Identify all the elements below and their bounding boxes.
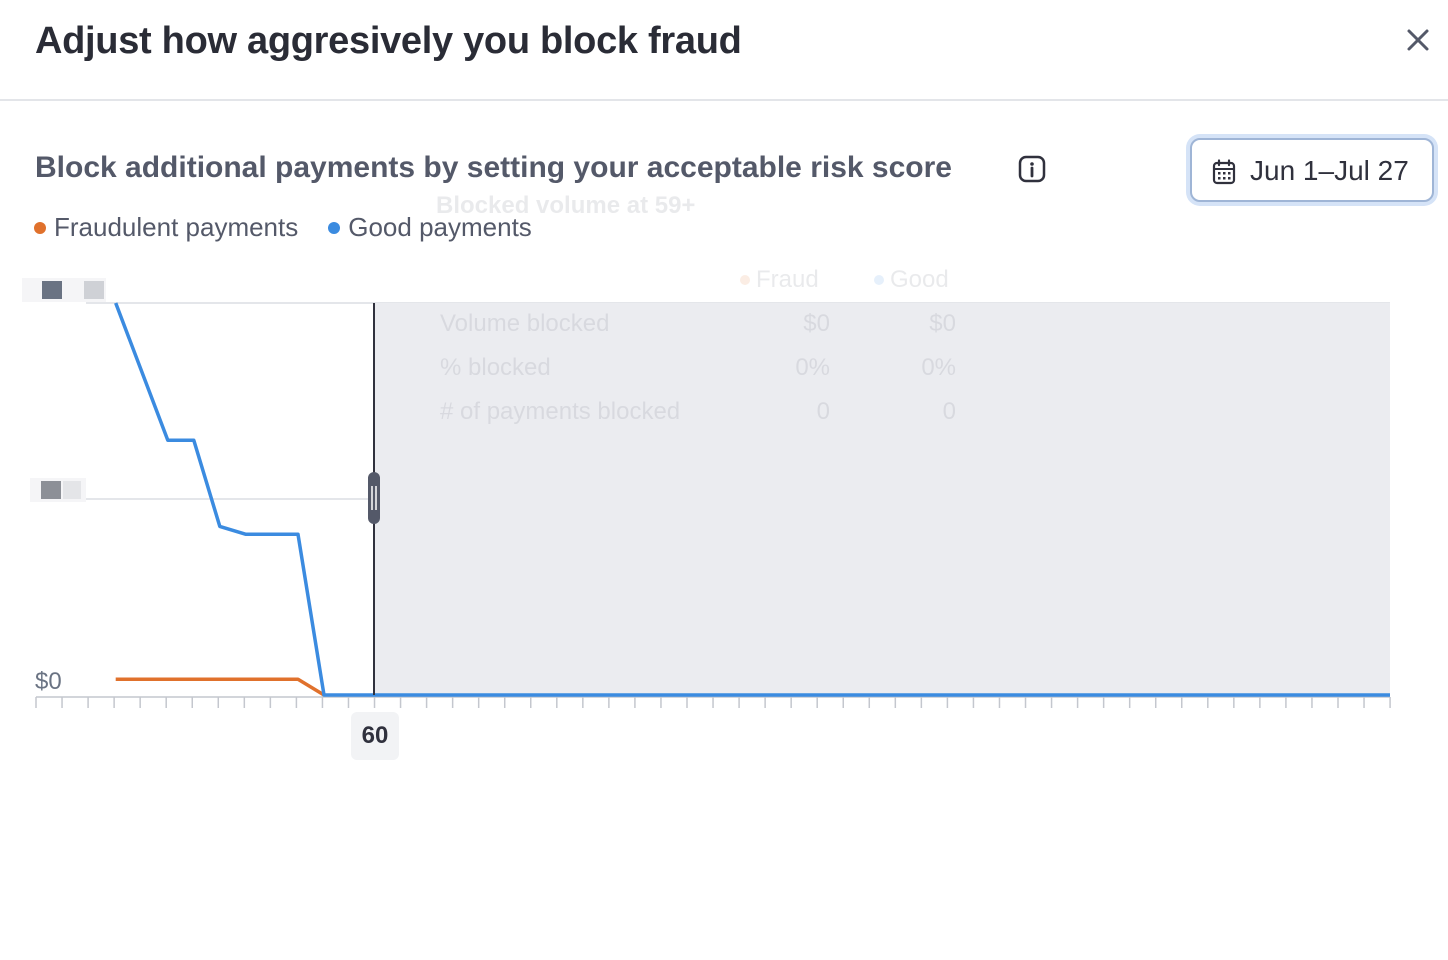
risk-score-chart	[35, 302, 1391, 708]
y-axis-label-mid	[30, 478, 86, 502]
tooltip-row-good: $0	[929, 310, 956, 337]
tooltip-row: % blocked 0% 0%	[440, 354, 956, 382]
tooltip-col-good: Good	[874, 266, 949, 294]
threshold-handle[interactable]	[368, 472, 380, 524]
tooltip-col-good-label: Good	[890, 266, 949, 293]
tooltip-row-good: 0%	[921, 354, 956, 381]
y-axis-zero-label: $0	[35, 668, 62, 695]
tooltip-row-fraud: 0%	[795, 354, 830, 381]
x-axis-ticks	[35, 696, 1391, 708]
tooltip-row-label: Volume blocked	[440, 310, 610, 337]
blocked-volume-tooltip: Blocked volume at 59+ Fraud Good Volume …	[400, 178, 982, 448]
tooltip-col-fraud-label: Fraud	[756, 266, 819, 293]
tooltip-row-fraud: $0	[803, 310, 830, 337]
series-line-fraudulent-payments	[115, 677, 325, 697]
tooltip-row-label: # of payments blocked	[440, 398, 681, 425]
tooltip-col-fraud: Fraud	[740, 266, 819, 294]
selected-score-label: 60	[351, 712, 399, 760]
tooltip-title: Blocked volume at 59+	[436, 192, 696, 219]
tooltip-row-fraud: 0	[816, 398, 830, 425]
tooltip-row-good: 0	[942, 398, 956, 425]
tooltip-row-label: % blocked	[440, 354, 551, 381]
tooltip-row: Volume blocked $0 $0	[440, 310, 956, 338]
tooltip-row: # of payments blocked 0 0	[440, 398, 956, 426]
y-axis-label-top	[22, 278, 106, 302]
